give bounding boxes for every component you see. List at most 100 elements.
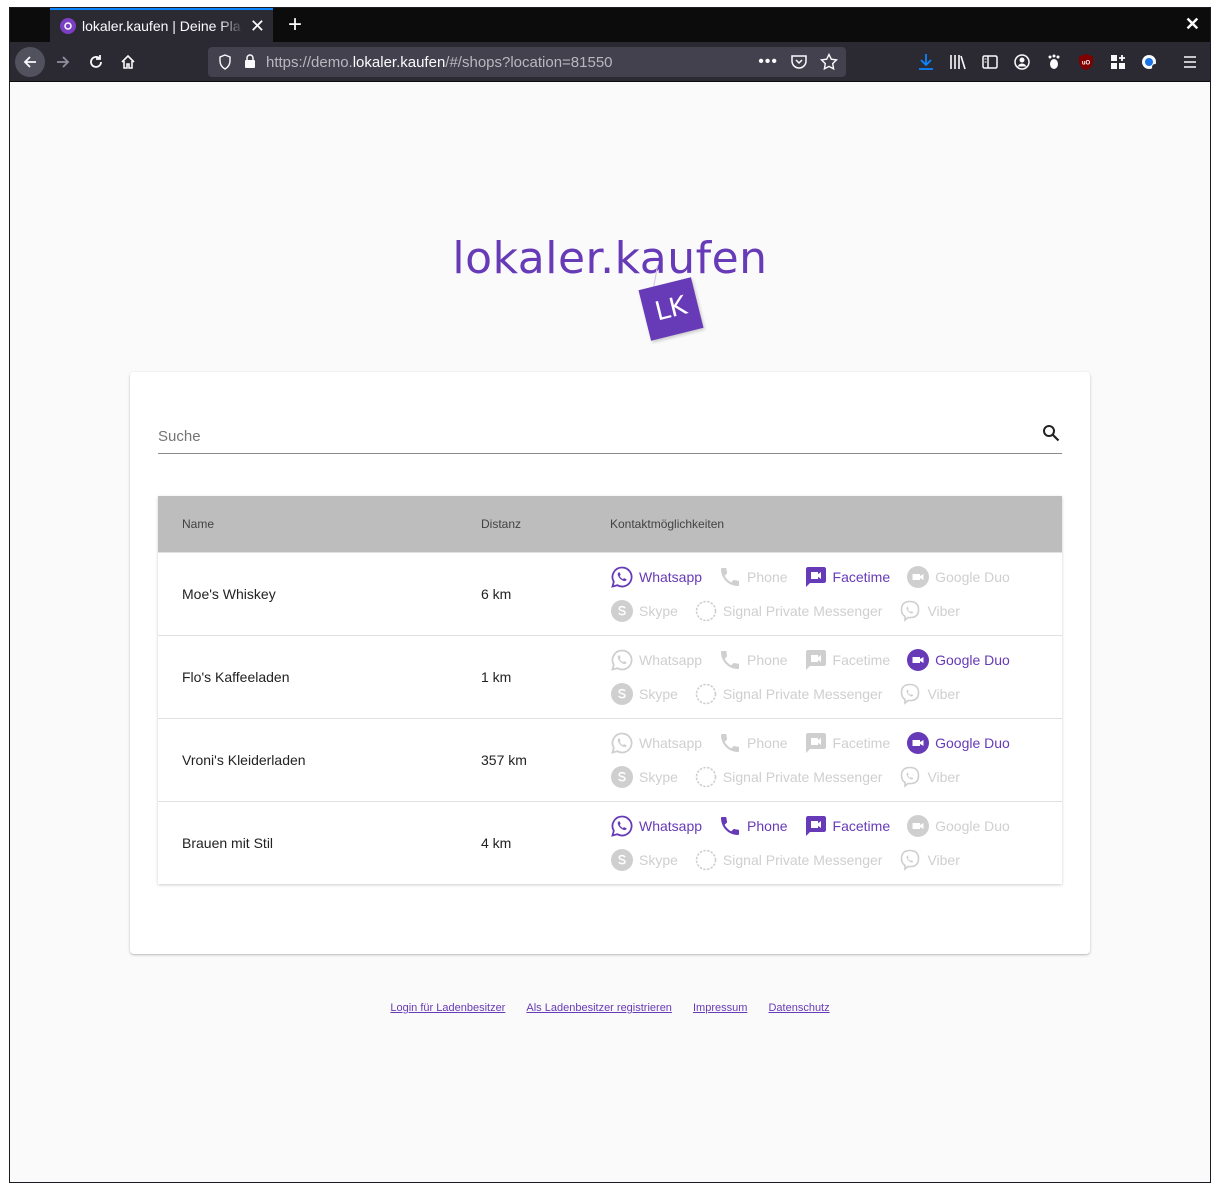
url-text[interactable]: https://demo.lokaler.kaufen/#/shops?loca… [266,54,613,71]
contact-line: Skype Signal Private Messenger Viber [610,599,1062,623]
contact-label: Signal Private Messenger [722,769,883,785]
contact-line: Whatsapp Phone Facetime Google Duo [610,731,1062,755]
tab-title: lokaler.kaufen | Deine Pla [82,18,241,34]
contact-label: Google Duo [935,818,1010,834]
account-icon[interactable] [1012,52,1032,72]
address-bar[interactable]: https://demo.lokaler.kaufen/#/shops?loca… [208,47,846,77]
contact-phone: Phone [718,648,788,672]
contact-label: Phone [747,735,788,751]
contact-label: Facetime [832,652,891,668]
table-row[interactable]: Vroni's Kleiderladen 357 km Whatsapp Phone F… [158,718,1062,801]
downloads-icon[interactable] [916,52,936,72]
header-distance[interactable]: Distanz [481,517,610,531]
shop-name: Vroni's Kleiderladen [182,752,306,768]
contact-label: Skype [639,603,678,619]
window-close-icon[interactable]: ✕ [1185,14,1200,35]
home-button[interactable] [113,47,143,77]
search-icon[interactable] [1042,424,1060,447]
contact-phone[interactable]: Phone [718,814,788,838]
table-body: Moe's Whiskey 6 km Whatsapp Phone Facetime Go… [158,552,1062,884]
ublock-icon[interactable]: uO [1076,52,1096,72]
forward-button[interactable] [48,47,78,77]
new-tab-icon[interactable]: + [282,12,308,38]
footer-link-login[interactable]: Login für Ladenbesitzer [390,1002,505,1014]
library-icon[interactable] [948,52,968,72]
logo-text: lokaler.kaufen [452,233,768,284]
contact-whatsapp: Whatsapp [610,731,702,755]
reload-button[interactable] [81,47,111,77]
phone-icon [718,814,742,838]
table-row[interactable]: Moe's Whiskey 6 km Whatsapp Phone Facetime Go… [158,552,1062,635]
contact-skype: Skype [610,599,678,623]
contact-whatsapp[interactable]: Whatsapp [610,565,702,589]
facetime-icon [804,648,828,672]
contact-label: Whatsapp [639,569,703,585]
table-row[interactable]: Brauen mit Stil 4 km Whatsapp Phone Facetime… [158,801,1062,884]
contact-list: Whatsapp Phone Facetime Google Duo Skype Sign… [610,565,1062,623]
tab-close-icon[interactable]: ✕ [250,17,265,35]
hamburger-menu-icon[interactable] [1180,52,1200,72]
contact-google-duo[interactable]: Google Duo [906,648,1010,672]
bookmark-star-icon[interactable] [820,53,838,71]
google-duo-icon [906,731,930,755]
facetime-icon [804,814,828,838]
contact-list: Whatsapp Phone Facetime Google Duo Skype Sign… [610,648,1062,706]
extension-foot-icon[interactable] [1044,52,1064,72]
google-duo-icon [906,814,930,838]
browser-tab[interactable]: lokaler.kaufen | Deine Pla ✕ [50,8,273,42]
logo-tag: LK [638,277,704,341]
contact-skype: Skype [610,765,678,789]
contact-label: Phone [747,569,788,585]
contact-phone: Phone [718,731,788,755]
logo[interactable]: lokaler.kaufen [10,233,1210,284]
contact-whatsapp[interactable]: Whatsapp [610,814,702,838]
contact-viber: Viber [898,765,960,789]
contact-facetime[interactable]: Facetime [804,565,890,589]
facetime-icon [804,565,828,589]
contact-label: Viber [927,769,960,785]
browser-window: lokaler.kaufen | Deine Pla ✕ + ✕ https:/… [9,7,1211,1183]
whatsapp-icon [610,648,634,672]
sidebar-icon[interactable] [980,52,1000,72]
url-path: /#/shops?location=81550 [445,53,613,71]
shop-contacts: Whatsapp Phone Facetime Google Duo Skype Sign… [610,731,1062,789]
contact-google-duo[interactable]: Google Duo [906,731,1010,755]
shop-contacts: Whatsapp Phone Facetime Google Duo Skype Sign… [610,648,1062,706]
tracking-shield-icon[interactable] [218,54,232,75]
table-row[interactable]: Flo's Kaffeeladen 1 km Whatsapp Phone Faceti… [158,635,1062,718]
header-name[interactable]: Name [158,517,481,531]
contact-line: Skype Signal Private Messenger Viber [610,682,1062,706]
footer-link-register[interactable]: Als Ladenbesitzer registrieren [526,1002,672,1014]
contact-signal-private-messenger: Signal Private Messenger [694,599,882,623]
shop-name: Moe's Whiskey [182,586,276,602]
lock-icon[interactable] [244,54,256,74]
footer-link-datenschutz[interactable]: Datenschutz [768,1002,829,1014]
contact-signal-private-messenger: Signal Private Messenger [694,848,882,872]
page-actions-icon[interactable]: ••• [758,53,778,71]
shop-distance: 357 km [481,752,527,768]
navigation-toolbar: https://demo.lokaler.kaufen/#/shops?loca… [10,42,1210,82]
header-contact: Kontaktmöglichkeiten [610,517,725,531]
viber-icon [898,848,922,872]
phone-icon [718,648,742,672]
contact-label: Google Duo [935,569,1010,585]
search-input[interactable] [158,428,1018,445]
home-icon [121,54,135,69]
phone-icon [718,565,742,589]
signal-icon [694,682,718,706]
contact-line: Whatsapp Phone Facetime Google Duo [610,565,1062,589]
contact-facetime: Facetime [804,648,891,672]
extensions-grid-icon[interactable] [1108,52,1128,72]
reload-icon [90,55,102,68]
signal-icon [694,599,718,623]
footer-link-impressum[interactable]: Impressum [693,1002,747,1014]
privacy-badger-icon[interactable] [1140,52,1160,72]
signal-icon [694,848,718,872]
google-duo-icon [906,565,930,589]
pocket-icon[interactable] [790,53,808,71]
back-button[interactable] [15,47,45,77]
contact-line: Skype Signal Private Messenger Viber [610,765,1062,789]
contact-list: Whatsapp Phone Facetime Google Duo Skype Sign… [610,731,1062,789]
contact-facetime[interactable]: Facetime [804,814,890,838]
signal-icon [694,765,718,789]
